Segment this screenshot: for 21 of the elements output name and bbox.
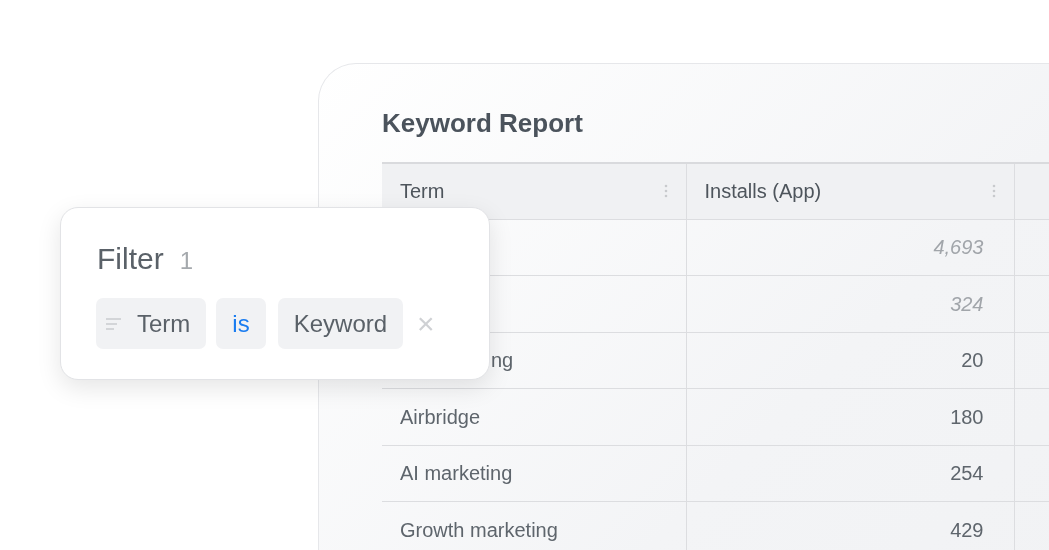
column-label: Term xyxy=(400,179,445,205)
table-cell: 180 xyxy=(950,405,984,428)
filter-count: 1 xyxy=(179,249,194,273)
kebab-icon[interactable] xyxy=(663,184,668,199)
table-cell: 324 xyxy=(950,292,984,315)
operator-chip[interactable]: is xyxy=(216,298,266,349)
report-title: Keyword Report xyxy=(382,109,584,138)
table-cell: 20 xyxy=(961,349,984,372)
table-cell: 254 xyxy=(950,462,984,485)
filter-title: Filter xyxy=(97,244,164,274)
table-cell-text: ng xyxy=(491,348,514,374)
sort-lines-icon xyxy=(106,316,121,331)
table-cell: 4,693 xyxy=(933,236,984,259)
table-cell: 429 xyxy=(950,518,984,541)
table-cell-text: Growth marketing xyxy=(400,517,558,543)
kebab-icon[interactable] xyxy=(991,184,996,199)
field-chip[interactable]: Term xyxy=(96,298,207,349)
value-chip[interactable]: Keyword xyxy=(277,298,404,349)
table-cell-text: Airbridge xyxy=(400,404,481,430)
column-label: Installs (App) xyxy=(704,179,822,205)
table-cell-text: AI marketing xyxy=(400,461,513,487)
